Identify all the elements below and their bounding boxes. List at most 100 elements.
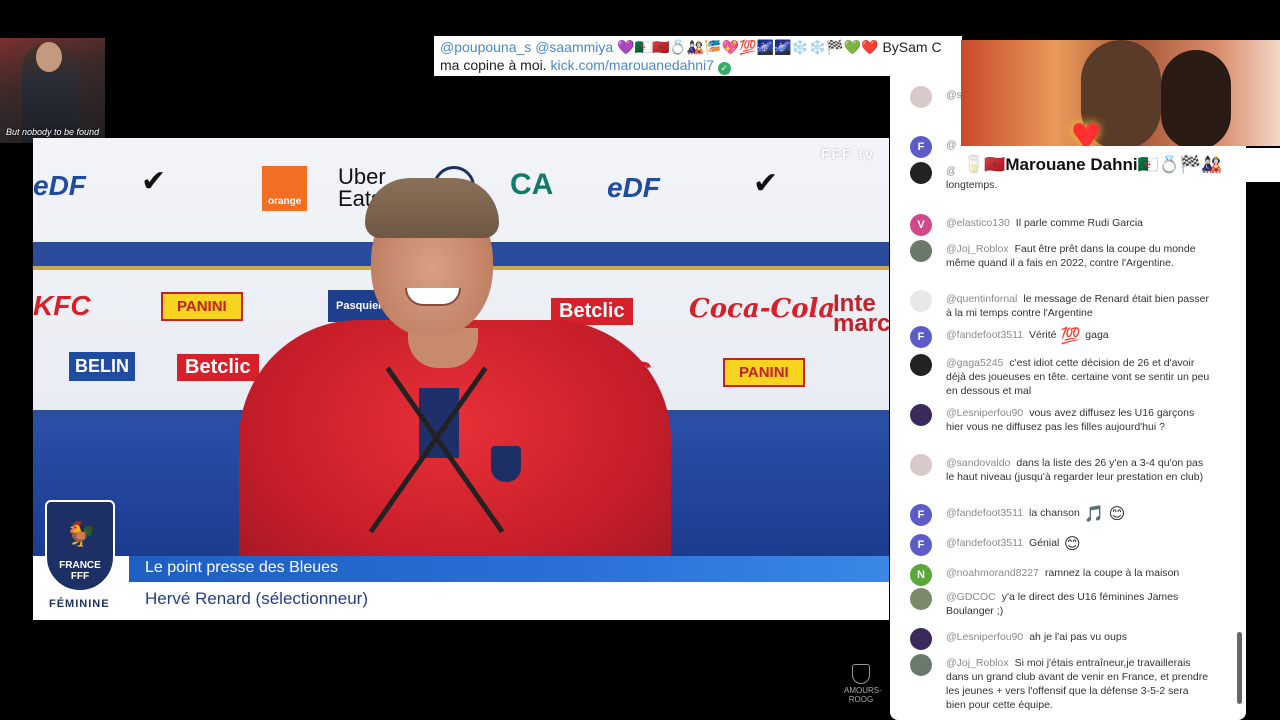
chat-username[interactable]: @noahmorand8227 bbox=[946, 567, 1039, 579]
chat-avatar[interactable] bbox=[910, 404, 932, 426]
chat-message: @gaga5245 c'est idiot cette décision de 2… bbox=[910, 354, 1210, 398]
chat-message-body: @Lesniperfou90 vous avez diffusez les U16… bbox=[946, 406, 1210, 434]
sponsor-ca-logo: CA bbox=[510, 168, 554, 201]
speaker-hair bbox=[365, 178, 499, 238]
chat-emoji: 🎵 😊 bbox=[1079, 506, 1126, 523]
chat-emoji: 💯 bbox=[1056, 328, 1086, 345]
chat-emoji: 😊 bbox=[1059, 536, 1081, 553]
team-crest bbox=[491, 446, 521, 482]
chat-message: V @elastico130 Il parle comme Rudi Garcia bbox=[910, 214, 1210, 236]
chat-username[interactable]: @quentinfornal bbox=[946, 293, 1017, 305]
top-banner: @poupouna_s @saammiya 💜🇩🇿🇲🇦💍🎎🎏💖💯🌌🌌❄️❄️🏁💚… bbox=[434, 36, 962, 76]
chat-avatar[interactable] bbox=[910, 454, 932, 476]
chat-avatar[interactable] bbox=[910, 240, 932, 262]
chat-username[interactable]: @Lesniperfou90 bbox=[946, 407, 1023, 419]
banner-text: ma copine à moi. bbox=[440, 57, 547, 73]
heart-icon: ♥ bbox=[1070, 106, 1102, 146]
sponsor-edf-logo: eDF bbox=[33, 170, 86, 201]
chat-username[interactable]: @sandovaldo bbox=[946, 457, 1010, 469]
sponsor-nike-logo: ✔ bbox=[141, 165, 167, 198]
sponsor-cocacola-logo: Coca-Cola bbox=[689, 294, 836, 324]
chat-message-body: @sandovaldo dans la liste des 26 y'en a 3… bbox=[946, 456, 1210, 484]
streamer-name-bar: 🥛🇲🇦Marouane Dahni🇩🇿💍🏁🎎 bbox=[955, 148, 1280, 182]
chat-message: F @fandefoot3511 la chanson 🎵 😊 bbox=[910, 504, 1210, 526]
sponsor-betclic-logo: Betclic bbox=[177, 354, 259, 381]
banner-user-1[interactable]: @poupouna_s bbox=[440, 39, 531, 55]
france-label: FRANCE bbox=[59, 560, 101, 571]
overlay-figure bbox=[1161, 50, 1231, 146]
thumbnail-head bbox=[36, 42, 62, 72]
chat-username[interactable]: @GDCOC bbox=[946, 591, 996, 603]
chat-text: Génial bbox=[1029, 537, 1060, 549]
lower-third: 🐓 FRANCE FFF FÉMININE Le point presse de… bbox=[33, 500, 889, 620]
verified-icon: ✓ bbox=[717, 62, 731, 75]
sponsor-intermarche-logo: Inte march bbox=[833, 290, 889, 337]
thumbnail-caption: But nobody to be found bbox=[6, 127, 100, 137]
chat-username[interactable]: @Joj_Roblox bbox=[946, 657, 1009, 669]
chat-message-body: @fandefoot3511 Vérité 💯 gaga bbox=[946, 328, 1109, 348]
chat-message-body: @Joj_Roblox Faut être prêt dans la coupe … bbox=[946, 242, 1210, 270]
chat-username[interactable]: @Lesniperfou90 bbox=[946, 631, 1023, 643]
chat-username[interactable]: @gaga5245 bbox=[946, 357, 1003, 369]
france-logo-text: FRANCE FFF bbox=[47, 560, 113, 582]
chat-message-body: @Lesniperfou90 ah je l'ai pas vu oups bbox=[946, 630, 1127, 650]
chat-message: N @noahmorand8227 ramnez la coupe à la mai… bbox=[910, 564, 1210, 586]
fff-tv-logo: FFF tv bbox=[821, 146, 875, 162]
chat-text: Vérité bbox=[1029, 329, 1057, 341]
chat-username[interactable]: @fandefoot3511 bbox=[946, 537, 1023, 549]
chat-scrollbar[interactable] bbox=[1237, 632, 1242, 704]
chat-avatar[interactable] bbox=[910, 654, 932, 676]
chat-avatar[interactable] bbox=[910, 86, 932, 108]
chat-avatar[interactable] bbox=[910, 588, 932, 610]
chat-message-body: @Joj_Roblox Si moi j'étais entraîneur,je … bbox=[946, 656, 1210, 712]
chat-avatar[interactable]: N bbox=[910, 564, 932, 586]
chat-avatar[interactable] bbox=[910, 628, 932, 650]
chat-avatar[interactable]: F bbox=[910, 534, 932, 556]
banner-line-1: @poupouna_s @saammiya 💜🇩🇿🇲🇦💍🎎🎏💖💯🌌🌌❄️❄️🏁💚… bbox=[440, 38, 956, 56]
chat-text: ramnez la coupe à la maison bbox=[1044, 567, 1180, 579]
sponsor-belin-logo: BELIN bbox=[69, 352, 135, 381]
sponsor-orange-logo: orange bbox=[262, 166, 308, 211]
chat-message-body: @fandefoot3511 la chanson 🎵 😊 bbox=[946, 506, 1125, 526]
banner-by: BySam C bbox=[882, 39, 942, 55]
lower-third-subtitle: Hervé Renard (sélectionneur) bbox=[145, 589, 368, 608]
streamer-thumbnail: But nobody to be found bbox=[0, 38, 105, 143]
france-team-logo: 🐓 FRANCE FFF bbox=[45, 500, 115, 592]
sponsor-kfc-logo: KFC bbox=[33, 290, 91, 321]
chat-avatar[interactable] bbox=[910, 290, 932, 312]
chat-text: Il parle comme Rudi Garcia bbox=[1015, 217, 1143, 229]
chat-message-body: @elastico130 Il parle comme Rudi Garcia bbox=[946, 216, 1143, 236]
chat-username[interactable]: @fandefoot3511 bbox=[946, 329, 1023, 341]
chat-message: @GDCOC y'a le direct des U16 féminines Ja… bbox=[910, 588, 1210, 618]
chat-message: F @fandefoot3511 Génial 😊 bbox=[910, 534, 1210, 556]
sponsor-panini-logo: PANINI bbox=[161, 292, 243, 321]
chat-message-body: @GDCOC y'a le direct des U16 féminines Ja… bbox=[946, 590, 1210, 618]
sponsor-nike-logo: ✔ bbox=[753, 167, 779, 200]
chat-message: @quentinfornal le message de Renard était… bbox=[910, 290, 1210, 320]
video-player[interactable]: eDF ✔ orange Uber Eats VW CA eDF ✔ FFF t… bbox=[33, 138, 889, 620]
banner-link[interactable]: kick.com/marouanedahni7 bbox=[551, 57, 714, 73]
chat-message: @Lesniperfou90 ah je l'ai pas vu oups bbox=[910, 628, 1210, 650]
chat-username[interactable]: @Joj_Roblox bbox=[946, 243, 1009, 255]
chat-message-body: @quentinfornal le message de Renard était… bbox=[946, 292, 1210, 320]
lower-third-title: Le point presse des Bleues bbox=[145, 559, 339, 576]
chat-avatar[interactable]: F bbox=[910, 326, 932, 348]
chat-avatar[interactable]: F bbox=[910, 504, 932, 526]
chat-message-body: @noahmorand8227 ramnez la coupe à la mais… bbox=[946, 566, 1179, 586]
sponsor-edf-logo: eDF bbox=[607, 172, 660, 203]
chat-avatar[interactable]: F bbox=[910, 136, 932, 158]
chat-username[interactable]: @elastico130 bbox=[946, 217, 1010, 229]
chat-avatar[interactable]: V bbox=[910, 214, 932, 236]
chat-text: gaga bbox=[1085, 329, 1109, 341]
chat-message: F @fandefoot3511 Vérité 💯 gaga bbox=[910, 326, 1210, 348]
chat-text: ah je l'ai pas vu oups bbox=[1029, 631, 1127, 643]
chat-message: @sandovaldo dans la liste des 26 y'en a 3… bbox=[910, 454, 1210, 484]
feminine-label: FÉMININE bbox=[49, 598, 110, 610]
watermark-text: AMOURS-ROOG bbox=[844, 686, 882, 704]
banner-line-2: ma copine à moi. kick.com/marouanedahni7… bbox=[440, 56, 956, 75]
chat-username[interactable]: @fandefoot3511 bbox=[946, 507, 1023, 519]
chat-avatar[interactable] bbox=[910, 162, 932, 184]
chat-avatar[interactable] bbox=[910, 354, 932, 376]
banner-user-2[interactable]: @saammiya bbox=[535, 39, 613, 55]
chat-username[interactable]: @s bbox=[946, 89, 962, 101]
